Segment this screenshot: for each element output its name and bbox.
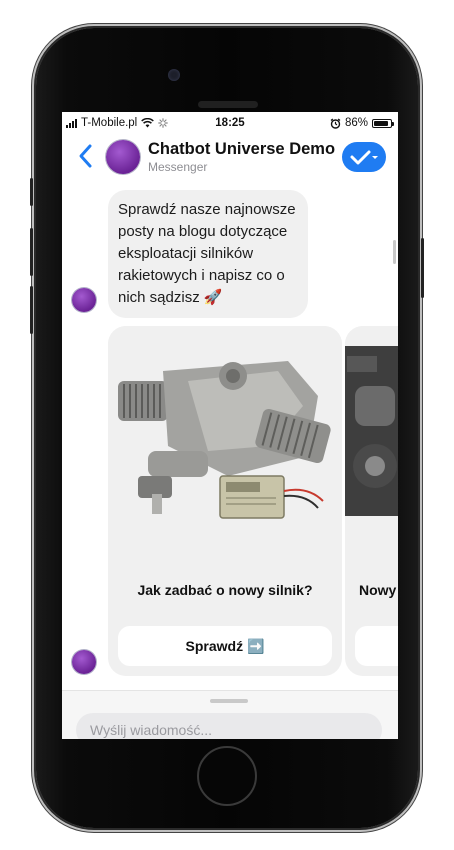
battery-percent: 86%: [344, 117, 368, 129]
card-title: Nowy: [359, 582, 397, 598]
conversation: Sprawdź nasze najnowsze posty na blogu d…: [62, 180, 398, 690]
front-camera: [168, 69, 180, 81]
card-title: Jak zadbać o nowy silnik?: [137, 582, 313, 598]
composer: Wyślij wiadomość...: [62, 690, 398, 739]
chevron-left-icon[interactable]: [76, 143, 96, 169]
phone-screen: T-Mobile.pl 18:25 86% Chatbot Universe D…: [62, 112, 398, 739]
chatbot-avatar[interactable]: [106, 140, 140, 174]
bot-avatar: [72, 288, 96, 312]
alarm-icon: [330, 118, 341, 129]
message-bubble: Sprawdź nasze najnowsze posty na blogu d…: [108, 190, 308, 318]
card-button[interactable]: Sprawdź ➡️: [118, 626, 332, 666]
engine-photo: [345, 326, 398, 526]
chat-title[interactable]: Chatbot Universe Demo: [148, 140, 335, 159]
message-input[interactable]: Wyślij wiadomość...: [76, 713, 382, 739]
earpiece-speaker: [198, 101, 258, 108]
carousel-card[interactable]: Nowy: [345, 326, 398, 676]
home-button[interactable]: [197, 746, 257, 806]
checkmark-dropdown-button[interactable]: [342, 142, 386, 172]
status-bar: T-Mobile.pl 18:25 86%: [62, 112, 398, 134]
drawer-handle[interactable]: [210, 699, 248, 703]
chat-header: Chatbot Universe Demo Messenger: [62, 134, 398, 180]
scrollbar[interactable]: [393, 240, 396, 264]
card-button[interactable]: [355, 626, 398, 666]
engine-photo: [108, 326, 342, 526]
carousel-card[interactable]: Jak zadbać o nowy silnik? Sprawdź ➡️: [108, 326, 342, 676]
chat-subtitle: Messenger: [148, 160, 208, 174]
checkmark-icon: [350, 150, 378, 165]
bot-avatar: [72, 650, 96, 674]
battery-icon: [372, 118, 394, 128]
